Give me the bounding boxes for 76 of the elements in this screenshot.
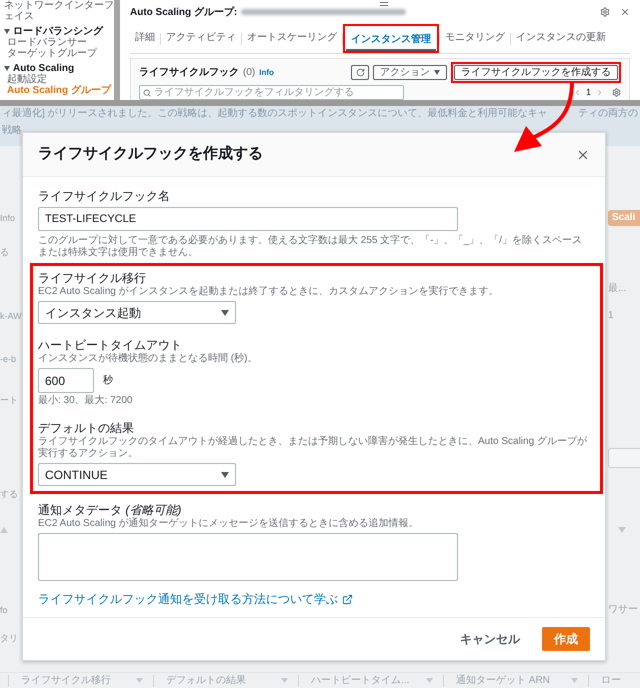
number-input[interactable]: 600 bbox=[38, 368, 94, 393]
background-text: る bbox=[0, 246, 9, 259]
sidebar-group-toggle[interactable]: Auto Scaling bbox=[4, 63, 114, 74]
panel-title: ライフサイクルフック bbox=[139, 66, 239, 80]
background-text: fo bbox=[0, 604, 8, 617]
caret-icon bbox=[0, 527, 8, 533]
column-header: ライフサイクル移行 bbox=[21, 674, 111, 686]
background-text: Info bbox=[0, 212, 16, 225]
column-header: デフォルトの結果 bbox=[166, 674, 246, 686]
field-label: ライフサイクルフック名 bbox=[38, 189, 171, 204]
close-icon[interactable] bbox=[620, 7, 630, 17]
field-label: ライフサイクル移行 bbox=[38, 271, 147, 286]
caret-icon bbox=[434, 70, 440, 75]
background-text: する bbox=[0, 488, 18, 501]
banner-text: ティの両方の bbox=[578, 107, 638, 120]
background-text: 1 bbox=[608, 309, 615, 323]
grip-icon[interactable] bbox=[380, 2, 388, 6]
tab[interactable]: インスタンス管理 bbox=[346, 29, 436, 52]
tab[interactable]: インスタンスの更新 bbox=[511, 28, 611, 50]
item-count: (0) bbox=[243, 66, 256, 80]
tab[interactable]: アクティビティ bbox=[161, 28, 241, 50]
field-label: ハートビートタイムアウト bbox=[38, 338, 183, 352]
unit-label: 秒 bbox=[103, 374, 113, 388]
page-number[interactable]: 1 bbox=[586, 86, 591, 100]
background-text: -e-b bbox=[0, 353, 16, 366]
field-label: デフォルトの結果 bbox=[38, 421, 135, 436]
search-icon bbox=[143, 88, 151, 96]
learn-more-link[interactable]: ライフサイクルフック通知を受け取る方法について学ぶ bbox=[38, 592, 353, 606]
filter-field[interactable]: ライフサイクルフックをフィルタリングする bbox=[139, 85, 404, 100]
caret-icon bbox=[618, 527, 626, 533]
select-field[interactable]: CONTINUE bbox=[38, 463, 236, 486]
refresh-icon bbox=[356, 68, 364, 77]
banner-text: ィ最適化] がリリースされました。この戦略は、起動する数のスポットインスタンスについて、最低料金と利用可能なキャ bbox=[2, 107, 548, 120]
textarea-field[interactable] bbox=[38, 533, 458, 581]
info-link[interactable]: Info bbox=[259, 66, 274, 78]
field-description: EC2 Auto Scaling が通知ターゲットにメッセージを送信するときに含める追加情報。 bbox=[38, 518, 420, 530]
column-header: ロー bbox=[601, 674, 621, 686]
caret-icon bbox=[221, 310, 229, 316]
create-hook-button[interactable]: ライフサイクルフックを作成する bbox=[454, 65, 618, 80]
background-text: ワサー bbox=[608, 603, 639, 617]
sidebar-item[interactable]: 起動設定 bbox=[4, 74, 114, 85]
text-input[interactable]: TEST-LIFECYCLE bbox=[38, 207, 458, 231]
caret-icon bbox=[221, 472, 229, 478]
constraint-text: 最小: 30、最大: 7200 bbox=[38, 395, 134, 407]
refresh-button[interactable] bbox=[351, 65, 369, 80]
field-description: ライフサイクルフックのタイムアウトが経過したとき、または予期しない障害が発生したときに、Auto Scaling グループが実行するアクション。 bbox=[38, 436, 588, 460]
caret-icon bbox=[281, 678, 288, 683]
settings-icon[interactable] bbox=[612, 88, 621, 97]
select-field[interactable]: インスタンス起動 bbox=[38, 301, 236, 324]
dialog-title: ライフサイクルフックを作成する bbox=[38, 144, 263, 164]
tab[interactable]: 詳細 bbox=[130, 28, 160, 50]
background-text: 最... bbox=[608, 282, 628, 296]
banner-text: 戦略 bbox=[2, 124, 22, 137]
page-title: Auto Scaling グループ: bbox=[130, 5, 238, 20]
tab[interactable]: オートスケーリング bbox=[242, 28, 342, 50]
background-text: タリ bbox=[0, 632, 18, 645]
column-header: ハートビートタイム... bbox=[311, 674, 410, 686]
actions-dropdown[interactable]: アクション bbox=[373, 65, 447, 80]
help-text: このグループに対して一意である必要があります。使える文字数は最大 255 文字で、「-」、「_」、「/」を除くスペースまたは特殊文字は使用できません。 bbox=[38, 235, 583, 259]
cancel-button[interactable]: キャンセル bbox=[452, 627, 528, 651]
field-label: 通知メタデータ (省略可能) bbox=[38, 503, 182, 518]
tab[interactable]: モニタリング bbox=[440, 28, 510, 50]
caret-icon bbox=[426, 678, 433, 683]
caret-icon bbox=[571, 678, 578, 683]
field-description: EC2 Auto Scaling がインスタンスを起動または終了するときに、カスタムアクションを実行できます。 bbox=[38, 286, 500, 298]
sidebar-item[interactable]: ネットワークインターフェイス bbox=[4, 0, 114, 22]
external-link-icon bbox=[342, 594, 353, 604]
caret-icon bbox=[136, 678, 143, 683]
field-description: インスタンスが待機状態のままとなる時間 (秒)。 bbox=[38, 353, 258, 365]
background-text: k-AW bbox=[0, 310, 22, 323]
sidebar-group-toggle[interactable]: ロードバランシング bbox=[4, 26, 114, 37]
background-text: ート bbox=[0, 394, 18, 407]
sidebar-item[interactable]: ロードバランサー bbox=[4, 37, 114, 48]
sidebar-item[interactable]: ターゲットグループ bbox=[4, 48, 114, 59]
settings-icon[interactable] bbox=[600, 7, 610, 17]
column-header: 通知ターゲット ARN bbox=[456, 674, 550, 686]
